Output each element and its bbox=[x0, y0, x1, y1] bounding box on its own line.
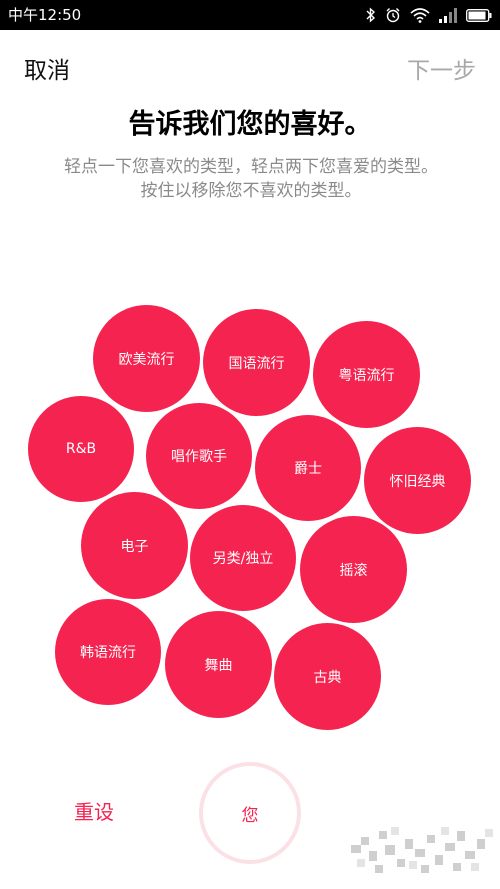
page-subtitle: 轻点一下您喜欢的类型，轻点两下您喜爱的类型。按住以移除您不喜欢的类型。 bbox=[64, 157, 438, 201]
genre-bubble-cantonese-pop[interactable]: 粤语流行 bbox=[313, 321, 420, 428]
page-title: 告诉我们您的喜好。 bbox=[128, 109, 372, 140]
status-icons bbox=[366, 5, 492, 25]
you-label: 您 bbox=[241, 805, 259, 826]
next-button[interactable]: 下一步 bbox=[407, 55, 476, 87]
status-bar: 中午12:50 bbox=[0, 0, 500, 30]
genre-bubble-classical[interactable]: 古典 bbox=[274, 623, 381, 730]
genre-bubble-jazz[interactable]: 爵士 bbox=[255, 415, 361, 521]
genre-bubble-alternative-indie[interactable]: 另类/独立 bbox=[190, 505, 296, 611]
genre-bubble-rock[interactable]: 摇滚 bbox=[300, 516, 407, 623]
alarm-icon bbox=[385, 7, 401, 23]
genre-bubble-dance[interactable]: 舞曲 bbox=[165, 611, 272, 718]
genre-bubble-singer-songwriter[interactable]: 唱作歌手 bbox=[146, 403, 252, 509]
you-profile-button[interactable]: 您 bbox=[199, 762, 301, 864]
genre-bubble-oldies[interactable]: 怀旧经典 bbox=[364, 427, 471, 534]
genre-bubble-kpop[interactable]: 韩语流行 bbox=[55, 599, 161, 705]
genre-bubble-rnb[interactable]: R&B bbox=[28, 396, 134, 502]
genre-bubble-electronic[interactable]: 电子 bbox=[81, 492, 188, 599]
signal-icon bbox=[439, 7, 457, 23]
pixelated-watermark bbox=[351, 827, 493, 873]
status-time: 中午12:50 bbox=[8, 6, 82, 24]
genre-bubble-mandarin-pop[interactable]: 国语流行 bbox=[203, 309, 310, 416]
genre-bubble-western-pop[interactable]: 欧美流行 bbox=[93, 305, 200, 412]
wifi-icon bbox=[410, 7, 430, 23]
bluetooth-icon bbox=[366, 7, 376, 23]
battery-icon bbox=[466, 8, 492, 22]
cancel-button[interactable]: 取消 bbox=[24, 55, 70, 87]
reset-button[interactable]: 重设 bbox=[74, 797, 114, 827]
